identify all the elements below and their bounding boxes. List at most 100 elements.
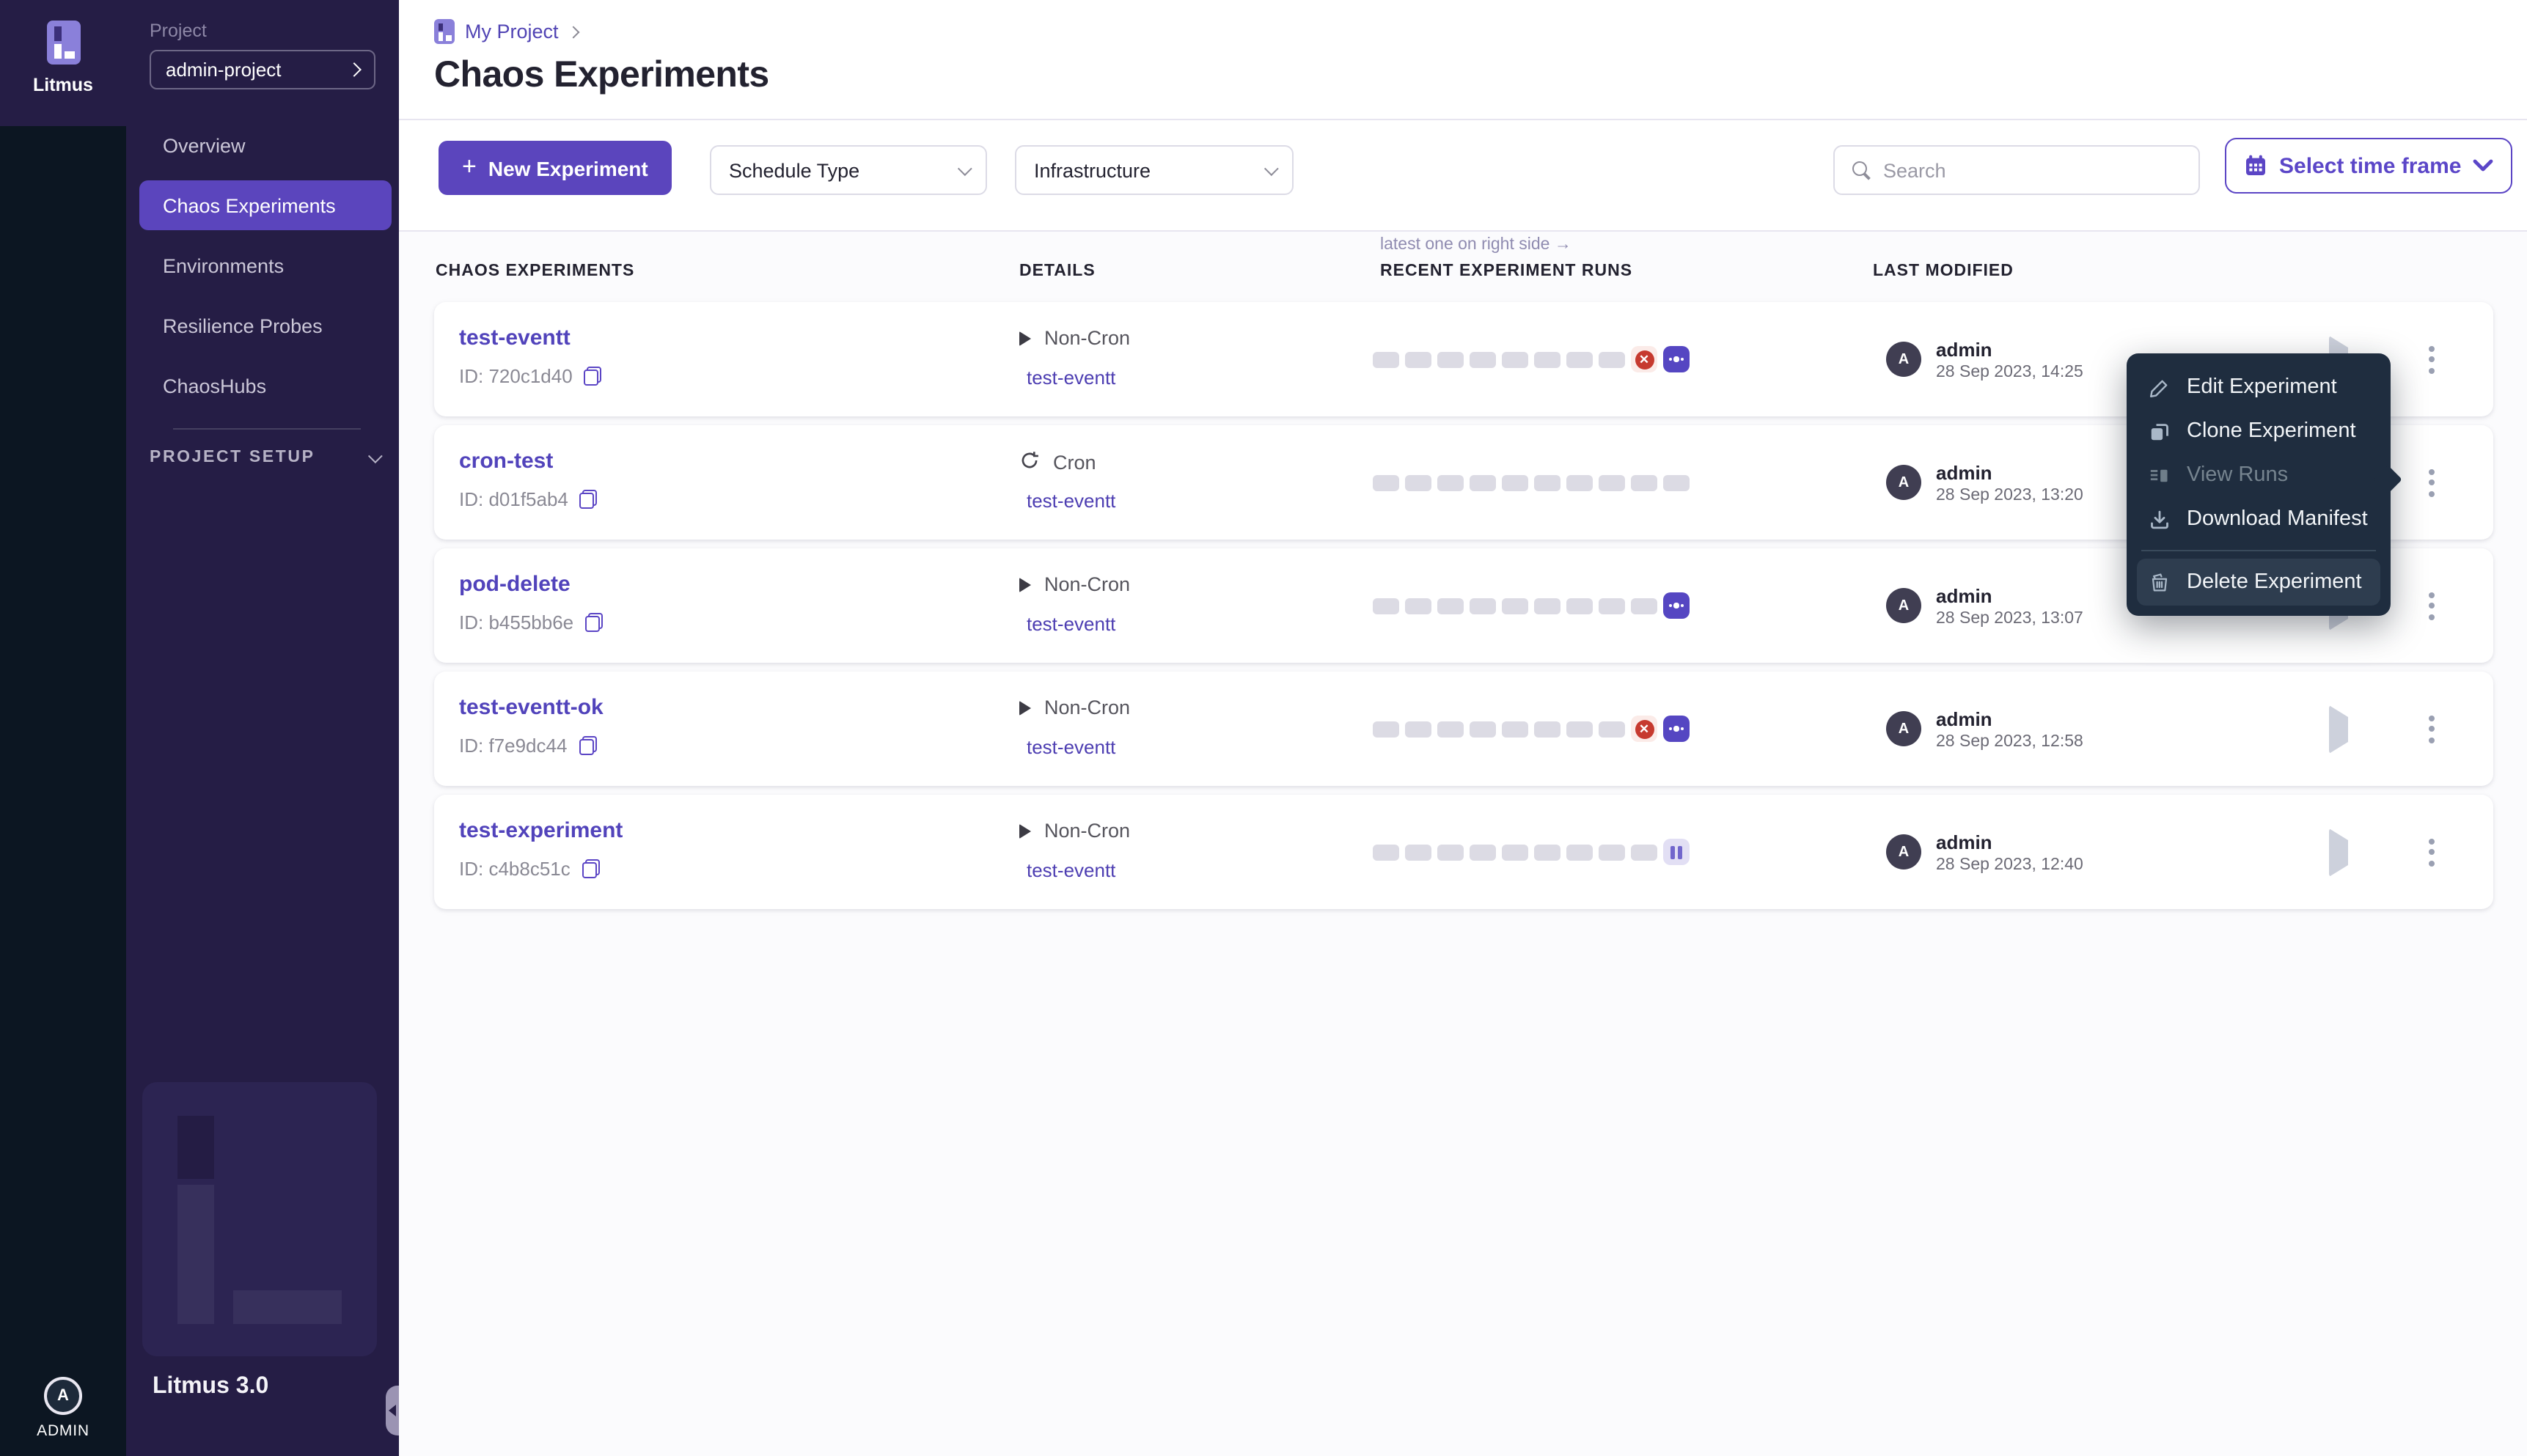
schedule-type-dropdown[interactable]: Schedule Type bbox=[710, 145, 987, 195]
run-pill-empty[interactable] bbox=[1502, 474, 1528, 490]
run-pill-empty[interactable] bbox=[1470, 721, 1496, 737]
row-menu-button[interactable] bbox=[2417, 337, 2446, 381]
run-pill-more-icon[interactable] bbox=[1663, 716, 1690, 742]
run-pill-empty[interactable] bbox=[1502, 844, 1528, 860]
run-pill-empty[interactable] bbox=[1534, 351, 1560, 367]
run-pill-empty[interactable] bbox=[1405, 721, 1431, 737]
run-pill-empty[interactable] bbox=[1663, 474, 1690, 490]
litmus-logo-icon[interactable] bbox=[46, 21, 80, 65]
copy-icon[interactable] bbox=[579, 736, 597, 755]
run-pill-empty[interactable] bbox=[1566, 721, 1593, 737]
run-pill-failed-icon[interactable]: ✕ bbox=[1631, 716, 1657, 742]
new-experiment-button[interactable]: + New Experiment bbox=[439, 141, 672, 195]
experiment-name-link[interactable]: test-experiment bbox=[459, 818, 623, 843]
run-pill-empty[interactable] bbox=[1534, 598, 1560, 614]
run-pill-paused-icon[interactable] bbox=[1663, 839, 1690, 865]
infrastructure-link[interactable]: test-eventt bbox=[1027, 859, 1115, 881]
menu-item-edit-experiment[interactable]: Edit Experiment bbox=[2127, 365, 2391, 409]
schedule-type-label: Non-Cron bbox=[1044, 573, 1131, 595]
run-pill-empty[interactable] bbox=[1566, 598, 1593, 614]
copy-icon[interactable] bbox=[584, 367, 602, 386]
select-time-frame-button[interactable]: Select time frame bbox=[2225, 138, 2513, 194]
project-setup-toggle[interactable]: PROJECT SETUP bbox=[150, 448, 383, 466]
experiment-name-link[interactable]: test-eventt-ok bbox=[459, 695, 604, 720]
row-menu-button[interactable] bbox=[2417, 584, 2446, 628]
run-pill-empty[interactable] bbox=[1534, 721, 1560, 737]
run-pill-empty[interactable] bbox=[1437, 598, 1464, 614]
row-menu-button[interactable] bbox=[2417, 707, 2446, 751]
experiment-name-link[interactable]: test-eventt bbox=[459, 326, 571, 350]
run-pill-empty[interactable] bbox=[1534, 474, 1560, 490]
run-pill-empty[interactable] bbox=[1373, 474, 1399, 490]
schedule-detail: Non-Cron bbox=[1019, 573, 1130, 595]
run-pill-empty[interactable] bbox=[1405, 598, 1431, 614]
sidebar-item-chaos-experiments[interactable]: Chaos Experiments bbox=[139, 180, 392, 230]
run-pill-empty[interactable] bbox=[1373, 351, 1399, 367]
row-menu-button[interactable] bbox=[2417, 460, 2446, 504]
run-pill-empty[interactable] bbox=[1534, 844, 1560, 860]
project-select[interactable]: admin-project bbox=[150, 50, 375, 89]
run-pill-more-icon[interactable] bbox=[1663, 592, 1690, 619]
sidebar-item-environments[interactable]: Environments bbox=[139, 240, 392, 290]
experiment-name-link[interactable]: cron-test bbox=[459, 449, 553, 474]
infrastructure-link[interactable]: test-eventt bbox=[1027, 613, 1115, 635]
infrastructure-link[interactable]: test-eventt bbox=[1027, 367, 1115, 389]
copy-icon[interactable] bbox=[579, 490, 598, 509]
experiment-id: ID: 720c1d40 bbox=[459, 365, 573, 387]
run-pill-empty[interactable] bbox=[1502, 721, 1528, 737]
breadcrumb-project-link[interactable]: My Project bbox=[465, 21, 559, 43]
schedule-type-label: Non-Cron bbox=[1044, 696, 1131, 718]
run-pill-failed-icon[interactable]: ✕ bbox=[1631, 346, 1657, 372]
search-input[interactable] bbox=[1883, 159, 2182, 181]
run-pill-empty[interactable] bbox=[1373, 721, 1399, 737]
run-pill-empty[interactable] bbox=[1566, 474, 1593, 490]
sidebar-item-overview[interactable]: Overview bbox=[139, 120, 392, 170]
run-pill-empty[interactable] bbox=[1631, 598, 1657, 614]
sidebar-collapse-button[interactable] bbox=[386, 1386, 399, 1435]
run-pill-empty[interactable] bbox=[1437, 351, 1464, 367]
copy-icon[interactable] bbox=[582, 859, 600, 878]
recent-runs: ✕ bbox=[1373, 672, 1690, 786]
run-pill-empty[interactable] bbox=[1502, 351, 1528, 367]
run-pill-empty[interactable] bbox=[1566, 844, 1593, 860]
run-experiment-button[interactable] bbox=[2329, 705, 2348, 754]
run-pill-empty[interactable] bbox=[1405, 474, 1431, 490]
run-pill-empty[interactable] bbox=[1373, 844, 1399, 860]
run-pill-empty[interactable] bbox=[1599, 351, 1625, 367]
user-avatar[interactable]: A bbox=[44, 1377, 82, 1415]
run-pill-empty[interactable] bbox=[1599, 844, 1625, 860]
menu-item-delete-experiment[interactable]: Delete Experiment bbox=[2137, 559, 2380, 606]
experiment-name-link[interactable]: pod-delete bbox=[459, 572, 571, 597]
run-pill-empty[interactable] bbox=[1566, 351, 1593, 367]
run-pill-empty[interactable] bbox=[1599, 598, 1625, 614]
infrastructure-link[interactable]: test-eventt bbox=[1027, 736, 1115, 758]
infrastructure-dropdown[interactable]: Infrastructure bbox=[1015, 145, 1294, 195]
menu-item-clone-experiment[interactable]: Clone Experiment bbox=[2127, 409, 2391, 453]
run-pill-empty[interactable] bbox=[1502, 598, 1528, 614]
run-pill-more-icon[interactable] bbox=[1663, 346, 1690, 372]
run-experiment-button[interactable] bbox=[2329, 828, 2348, 877]
sidebar-item-resilience-probes[interactable]: Resilience Probes bbox=[139, 301, 392, 350]
run-pill-empty[interactable] bbox=[1373, 598, 1399, 614]
run-pill-empty[interactable] bbox=[1437, 844, 1464, 860]
run-pill-empty[interactable] bbox=[1405, 351, 1431, 367]
run-pill-empty[interactable] bbox=[1470, 844, 1496, 860]
run-pill-empty[interactable] bbox=[1437, 721, 1464, 737]
run-pill-empty[interactable] bbox=[1470, 598, 1496, 614]
row-menu-button[interactable] bbox=[2417, 830, 2446, 874]
rail-brand-block: Litmus bbox=[0, 0, 126, 126]
run-pill-empty[interactable] bbox=[1437, 474, 1464, 490]
sidebar-item-chaoshubs[interactable]: ChaosHubs bbox=[139, 361, 392, 411]
copy-icon[interactable] bbox=[585, 613, 604, 632]
run-pill-empty[interactable] bbox=[1470, 474, 1496, 490]
infrastructure-link[interactable]: test-eventt bbox=[1027, 490, 1115, 512]
page-header: My Project Chaos Experiments bbox=[399, 0, 2527, 120]
run-pill-empty[interactable] bbox=[1599, 474, 1625, 490]
run-pill-empty[interactable] bbox=[1599, 721, 1625, 737]
run-pill-empty[interactable] bbox=[1631, 474, 1657, 490]
run-pill-empty[interactable] bbox=[1631, 844, 1657, 860]
user-block[interactable]: A ADMIN bbox=[0, 1377, 126, 1440]
run-pill-empty[interactable] bbox=[1405, 844, 1431, 860]
run-pill-empty[interactable] bbox=[1470, 351, 1496, 367]
menu-item-download-manifest[interactable]: Download Manifest bbox=[2127, 497, 2391, 541]
